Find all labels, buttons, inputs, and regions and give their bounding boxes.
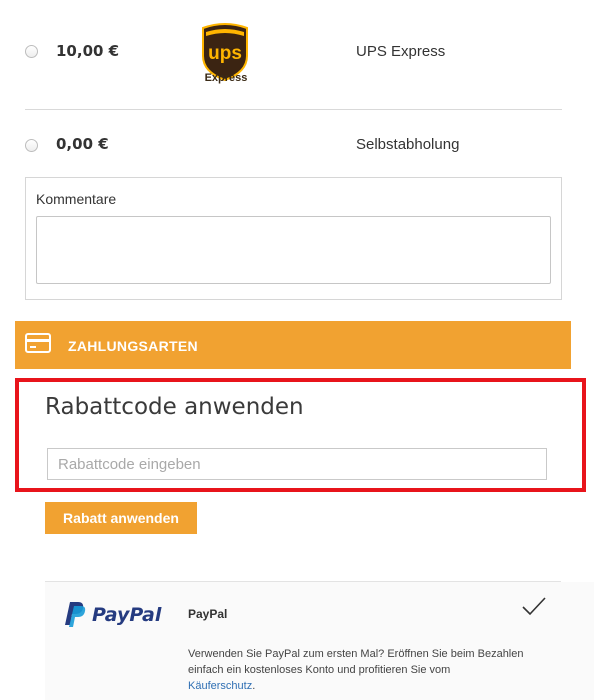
shipping-radio-selbstabholung[interactable] [25, 139, 38, 152]
comments-label: Kommentare [36, 191, 117, 207]
shipping-name-ups-express: UPS Express [356, 43, 446, 60]
shipping-radio-ups-express[interactable] [25, 45, 38, 58]
buyer-protection-link[interactable]: Käuferschutz [188, 680, 252, 692]
apply-discount-button[interactable]: Rabatt anwenden [45, 502, 197, 534]
comments-textarea[interactable] [36, 216, 551, 284]
paypal-divider [45, 581, 561, 582]
paypal-description: Verwenden Sie PayPal zum ersten Mal? Erö… [188, 646, 528, 694]
shipping-price-selbstabholung: 0,00 € [56, 135, 109, 153]
discount-code-input[interactable] [47, 448, 547, 480]
paypal-logo-text: PayPal [92, 604, 162, 626]
shipping-name-selbstabholung: Selbstabholung [356, 136, 460, 153]
comments-panel: Kommentare [25, 177, 562, 300]
payment-methods-header[interactable]: ZAHLUNGSARTEN [15, 321, 571, 369]
shipping-divider [25, 109, 562, 110]
credit-card-icon [25, 333, 51, 353]
discount-title: Rabattcode anwenden [45, 394, 304, 420]
payment-methods-label: ZAHLUNGSARTEN [68, 338, 198, 354]
paypal-description-end: . [252, 680, 256, 692]
ups-logo-subtitle: Express [204, 72, 248, 84]
paypal-logo-icon: PayPal [65, 602, 162, 627]
shipping-price-ups-express: 10,00 € [56, 42, 120, 60]
ups-logo-text: ups [208, 43, 242, 64]
selected-checkmark-icon [522, 597, 546, 616]
paypal-method-name: PayPal [188, 607, 228, 621]
paypal-description-text: Verwenden Sie PayPal zum ersten Mal? Erö… [188, 648, 524, 676]
